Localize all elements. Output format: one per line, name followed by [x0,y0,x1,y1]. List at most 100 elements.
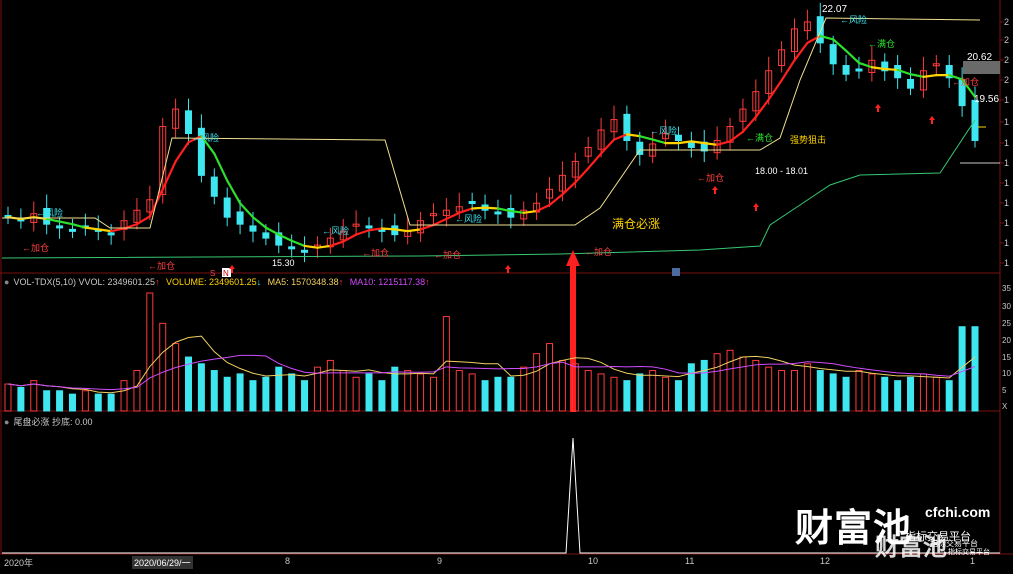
moving-average-segment [329,240,345,248]
moving-average-segment [110,227,126,233]
moving-average-segment [419,223,435,231]
volume-bar [842,376,850,412]
candle-body [842,65,850,75]
low-price-label: 15.30 [272,258,295,268]
full-position-tag: ←满仓 [746,132,773,143]
moving-average-segment [290,239,306,248]
moving-average-segment [522,209,538,214]
ma10-arrow: ↑ [425,277,430,287]
price-axis-label: 1 [1004,117,1009,127]
breakout-label: 满仓必涨 [612,216,660,231]
moving-average-segment [161,160,177,191]
volume-bar [855,370,863,412]
date-axis-cursor-label: 2020/06/29/一 [132,556,193,569]
volume-bar [17,386,25,412]
price-axis-label: 1 [1004,138,1009,148]
volume-bar [56,390,64,412]
candle-body [210,176,218,197]
volume-bar [558,359,566,412]
breakout-arrow-shaft [570,262,576,412]
candle-body [494,211,502,215]
volume-bar [713,353,721,412]
volume-bar [378,380,386,412]
volume-bar [159,322,167,412]
volume-bar [494,376,502,412]
volume-bar [249,380,257,412]
moving-average-segment [728,130,745,143]
moving-average-segment [471,206,487,210]
moving-average-segment [406,228,422,233]
volume-bar [894,380,902,412]
date-axis-label: 1 [970,556,976,566]
moving-average-segment [638,135,654,141]
signal-indicator-dot[interactable]: ● [4,417,9,427]
moving-average-segment [483,206,500,210]
price-axis-label: 1 [1004,178,1009,188]
volume-bar [881,376,889,412]
support-line [1,119,976,259]
moving-average-segment [651,138,667,145]
watermark-subtitle-tertiary: 指标交易平台 [948,549,990,556]
signal-indicator-header: ● 尾盘必涨 抄底: 0.00 [4,415,96,428]
volume-bar [649,370,657,412]
candle-body [107,232,115,236]
volume-axis-label: 15 [1002,353,1011,362]
risk-tag: ←风险 [322,225,349,236]
price-axis-label: 1 [1004,95,1009,105]
volume-bar [919,373,927,412]
right-price-label: 20.62 [967,52,992,63]
add-position-tag: ←加仓 [697,172,724,183]
volume-bar [662,376,670,412]
price-axis-label: 1 [1004,198,1009,208]
add-position-tag: ←加仓 [22,242,49,253]
candle-body [816,16,824,44]
candle-body [301,249,309,253]
volume-bar [197,363,205,412]
price-axis-label: 1 [1004,258,1009,268]
volume-bar [107,393,115,412]
volume-bar [352,376,360,412]
ma5-arrow: ↑ [338,277,344,287]
add-position-tag: ←加仓 [434,249,461,260]
volume-bar [481,380,489,412]
volume-bar [726,349,734,412]
volume-bar [610,376,618,412]
volume-bar [4,383,12,412]
volume-bar [172,343,180,412]
volume-bar [816,370,824,412]
moving-average-segment [174,141,190,163]
moving-average-segment [780,59,796,82]
moving-average-segment [316,244,332,249]
price-axis-label: 2 [1004,35,1009,45]
moving-average-segment [741,115,757,133]
moving-average-segment [922,74,938,78]
volume-bar [120,380,128,412]
ma5-value: MA5: 1570348.38 [267,277,339,287]
moving-average-segment [58,220,74,226]
strong-snipe-label: 强势狙击 [790,134,826,145]
volume-bar [301,380,309,412]
buy-arrow-icon [929,116,935,124]
volume-bar [507,376,515,412]
moving-average-segment [716,140,732,146]
volume-indicator-dot[interactable]: ● [4,277,9,287]
moving-average-segment [883,67,899,71]
moving-average-segment [754,98,770,119]
candle-body [829,44,837,65]
volume-indicator-header: ● VOL-TDX(5,10) VVOL: 2349601.25↑ VOLUME:… [4,277,434,287]
candle-body [623,113,631,141]
buy-arrow-icon [505,265,511,273]
volume-bar [790,370,798,412]
moving-average-segment [458,207,474,214]
volume-bar [700,359,708,412]
risk-tag: ←风险 [192,132,219,143]
volume-axis-label: X [1002,402,1008,411]
volume-bar [533,353,541,412]
volume-bar [288,373,296,412]
volume-bar [404,370,412,412]
candle-body [687,141,695,148]
candle-body [249,225,257,232]
volume-bar [68,393,76,412]
moving-average-segment [909,73,925,78]
volume-bar [674,380,682,412]
